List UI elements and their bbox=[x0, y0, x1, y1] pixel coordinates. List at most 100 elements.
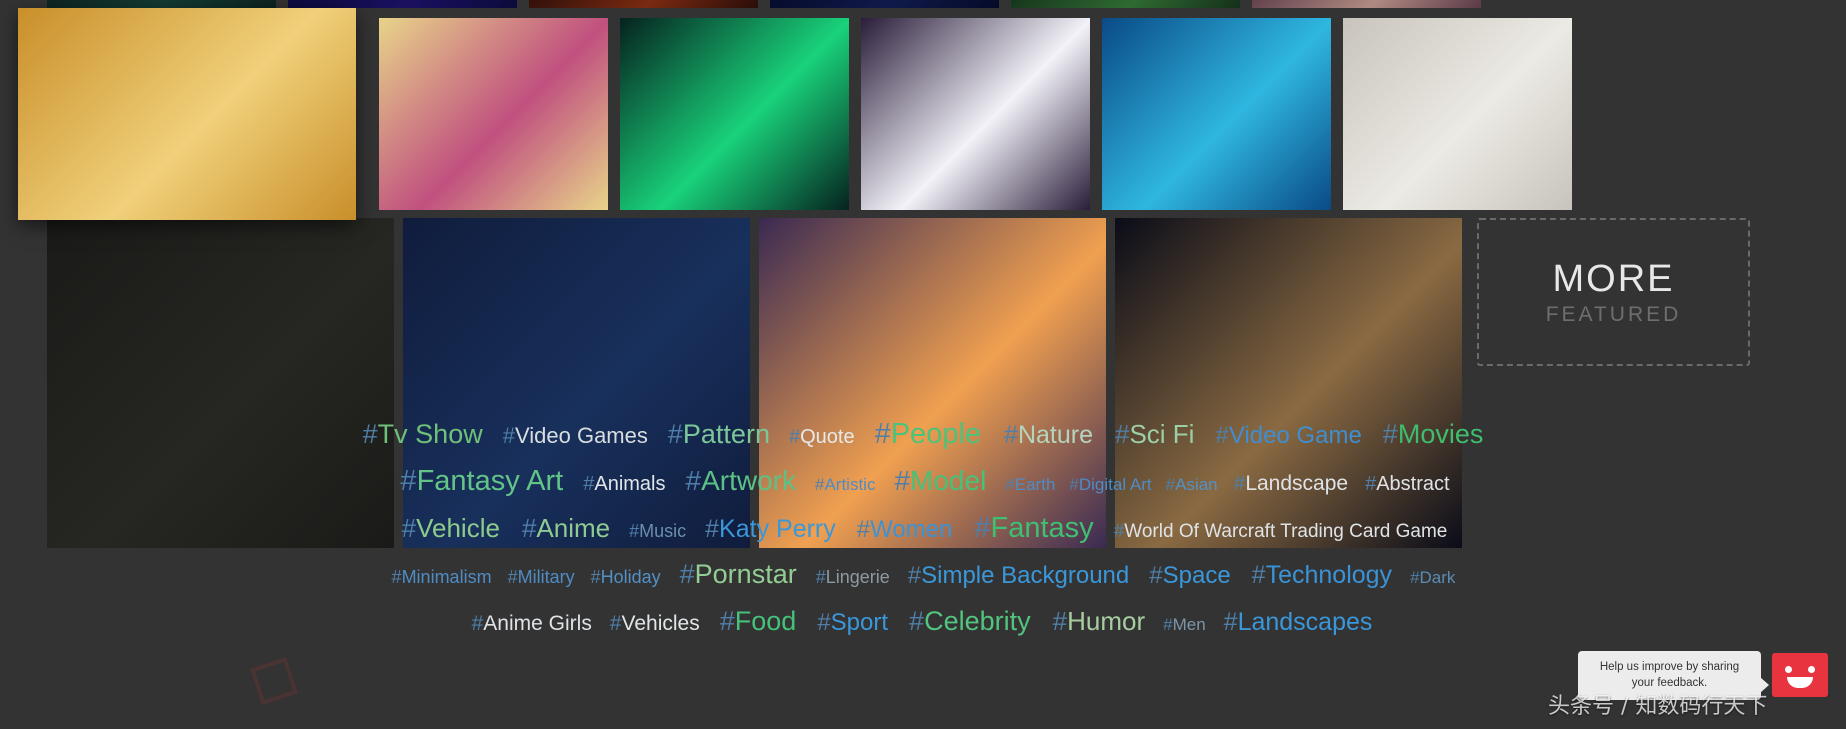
tag-link-video-games[interactable]: #Video Games bbox=[503, 425, 648, 447]
tag-link-fantasy[interactable]: #Fantasy bbox=[974, 514, 1093, 543]
tag-link-katy-perry[interactable]: #Katy Perry bbox=[705, 517, 836, 542]
tag-link-landscapes[interactable]: #Landscapes bbox=[1224, 610, 1373, 635]
hash-icon: # bbox=[1382, 419, 1398, 449]
hash-icon: # bbox=[1149, 562, 1163, 589]
tag-link-pattern[interactable]: #Pattern bbox=[668, 421, 770, 448]
tag-link-anime-girls[interactable]: #Anime Girls bbox=[472, 613, 592, 634]
tag-link-artwork[interactable]: #Artwork bbox=[686, 467, 796, 495]
tag-label: Space bbox=[1162, 562, 1231, 589]
tag-link-men[interactable]: #Men bbox=[1163, 616, 1206, 633]
hash-icon: # bbox=[1069, 475, 1079, 494]
tag-label: Men bbox=[1172, 615, 1206, 634]
tag-label: Women bbox=[870, 516, 953, 543]
tag-label: Dark bbox=[1419, 568, 1456, 587]
thumb-green-mist[interactable] bbox=[620, 18, 849, 210]
thumb-fire-flowers[interactable] bbox=[529, 0, 758, 8]
tag-label: Tv Show bbox=[377, 419, 483, 449]
thumb-deep-blue[interactable] bbox=[770, 0, 999, 8]
thumbnail-image bbox=[47, 0, 276, 8]
tag-link-sport[interactable]: #Sport bbox=[817, 611, 888, 635]
tag-label: Military bbox=[517, 567, 575, 587]
thumb-blonde-sunlight[interactable] bbox=[18, 8, 356, 220]
tag-label: Music bbox=[639, 521, 687, 541]
thumb-night-club[interactable] bbox=[288, 0, 517, 8]
tag-link-women[interactable]: #Women bbox=[857, 518, 953, 542]
thumb-snow-tree[interactable] bbox=[1343, 18, 1572, 210]
hash-icon: # bbox=[502, 423, 515, 448]
more-featured-main-label: MORE bbox=[1552, 257, 1675, 300]
decorative-rotated-square bbox=[250, 657, 298, 705]
thumb-dark-teal[interactable] bbox=[47, 0, 276, 8]
thumbnail-image bbox=[1011, 0, 1240, 8]
tag-link-vehicles[interactable]: #Vehicles bbox=[610, 613, 700, 634]
hash-icon: # bbox=[1410, 568, 1420, 587]
tag-link-sci-fi[interactable]: #Sci Fi bbox=[1115, 421, 1194, 447]
tag-link-humor[interactable]: #Humor bbox=[1053, 608, 1145, 634]
tag-link-pornstar[interactable]: #Pornstar bbox=[680, 561, 797, 588]
thumb-green-field[interactable] bbox=[1011, 0, 1240, 8]
tag-link-asian[interactable]: #Asian bbox=[1166, 476, 1218, 493]
tag-link-model[interactable]: #Model bbox=[894, 467, 986, 495]
tag-link-landscape[interactable]: #Landscape bbox=[1234, 473, 1348, 494]
tag-link-technology[interactable]: #Technology bbox=[1252, 563, 1392, 588]
tag-link-video-game[interactable]: #Video Game bbox=[1215, 424, 1361, 448]
thumb-anime-kiss[interactable] bbox=[861, 18, 1090, 210]
tag-link-military[interactable]: #Military bbox=[508, 568, 575, 586]
tag-link-holiday[interactable]: #Holiday bbox=[591, 568, 661, 586]
tag-link-fantasy-art[interactable]: #Fantasy Art bbox=[400, 467, 563, 496]
tag-link-digital-art[interactable]: #Digital Art bbox=[1069, 476, 1151, 493]
feedback-smiley-icon[interactable] bbox=[1772, 653, 1828, 697]
tag-label: Celebrity bbox=[924, 606, 1031, 636]
tag-link-people[interactable]: #People bbox=[875, 420, 981, 449]
tag-link-dark[interactable]: #Dark bbox=[1410, 569, 1455, 586]
tag-link-animals[interactable]: #Animals bbox=[583, 474, 665, 494]
tag-row: #Anime Girls #Vehicles #Food #Sport #Celebri… bbox=[0, 608, 1846, 655]
tag-link-earth[interactable]: #Earth bbox=[1005, 476, 1055, 493]
tag-link-anime[interactable]: #Anime bbox=[522, 515, 610, 541]
hash-icon: # bbox=[874, 418, 891, 450]
tag-link-simple-background[interactable]: #Simple Background bbox=[908, 564, 1129, 588]
tag-link-abstract[interactable]: #Abstract bbox=[1365, 474, 1449, 494]
tag-link-world-of-warcraft-trading-card-game[interactable]: #World Of Warcraft Trading Card Game bbox=[1114, 522, 1448, 541]
tag-label: Sport bbox=[830, 609, 889, 636]
more-featured-button[interactable]: MORE FEATURED bbox=[1477, 218, 1750, 366]
tag-link-space[interactable]: #Space bbox=[1149, 564, 1230, 588]
tag-label: Landscapes bbox=[1237, 608, 1373, 636]
tag-label: World Of Warcraft Trading Card Game bbox=[1124, 521, 1448, 542]
hash-icon: # bbox=[788, 426, 801, 448]
thumb-pink-portrait[interactable] bbox=[1252, 0, 1481, 8]
tag-label: Video Games bbox=[514, 423, 648, 448]
tag-label: Humor bbox=[1067, 606, 1146, 636]
hash-icon: # bbox=[1052, 606, 1068, 636]
tag-link-quote[interactable]: #Quote bbox=[789, 427, 855, 447]
tag-link-celebrity[interactable]: #Celebrity bbox=[909, 608, 1031, 635]
thumbnail-image bbox=[770, 0, 999, 8]
thumb-underwater-anime[interactable] bbox=[1102, 18, 1331, 210]
tag-link-artistic[interactable]: #Artistic bbox=[815, 476, 875, 493]
featured-thumbnail-gallery: MORE FEATURED bbox=[0, 0, 1846, 548]
tag-link-movies[interactable]: #Movies bbox=[1383, 421, 1484, 448]
hash-icon: # bbox=[1251, 561, 1266, 589]
tag-label: Vehicle bbox=[416, 513, 500, 543]
tag-label: Fantasy Art bbox=[416, 465, 564, 497]
tag-link-food[interactable]: #Food bbox=[720, 608, 797, 635]
hash-icon: # bbox=[1113, 521, 1125, 542]
tag-link-tv-show[interactable]: #Tv Show bbox=[363, 421, 483, 448]
tag-link-minimalism[interactable]: #Minimalism bbox=[392, 568, 492, 586]
hash-icon: # bbox=[521, 513, 537, 543]
tag-label: Sci Fi bbox=[1129, 419, 1195, 449]
thumb-gta-got[interactable] bbox=[379, 18, 608, 210]
tag-link-lingerie[interactable]: #Lingerie bbox=[816, 568, 890, 586]
tag-link-nature[interactable]: #Nature bbox=[1004, 423, 1093, 448]
hash-icon: # bbox=[909, 606, 925, 636]
hash-icon: # bbox=[667, 419, 683, 449]
tag-link-vehicle[interactable]: #Vehicle bbox=[402, 515, 500, 541]
smiley-left-eye-icon bbox=[1785, 666, 1792, 673]
tag-label: Nature bbox=[1017, 421, 1093, 449]
tag-label: Video Game bbox=[1228, 422, 1362, 449]
tag-link-music[interactable]: #Music bbox=[629, 522, 686, 540]
hash-icon: # bbox=[507, 567, 518, 587]
hash-icon: # bbox=[629, 521, 640, 541]
hash-icon: # bbox=[1163, 615, 1173, 634]
hash-icon: # bbox=[1165, 475, 1176, 494]
